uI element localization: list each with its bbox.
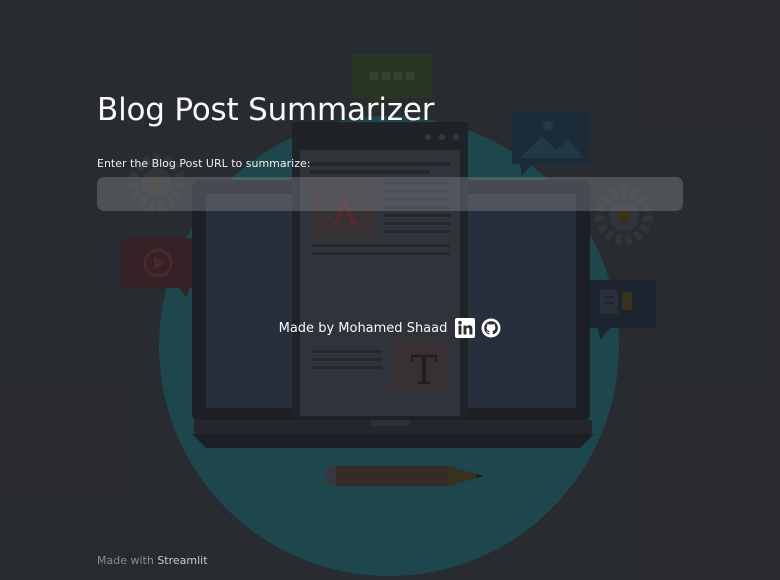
url-input[interactable]	[97, 177, 683, 211]
credit-row: Made by Mohamed Shaad	[0, 318, 780, 338]
streamlit-link[interactable]: Streamlit	[157, 554, 207, 567]
linkedin-link[interactable]	[455, 318, 476, 338]
url-input-label: Enter the Blog Post URL to summarize:	[97, 157, 311, 170]
app-container: Blog Post Summarizer Enter the Blog Post…	[0, 0, 780, 580]
github-link[interactable]	[481, 318, 501, 338]
github-icon	[481, 318, 501, 338]
page-title: Blog Post Summarizer	[97, 92, 435, 128]
footer-prefix: Made with	[97, 554, 154, 567]
linkedin-icon	[455, 318, 476, 338]
credit-text: Made by Mohamed Shaad	[278, 320, 448, 336]
footer: Made with Streamlit	[97, 554, 208, 567]
